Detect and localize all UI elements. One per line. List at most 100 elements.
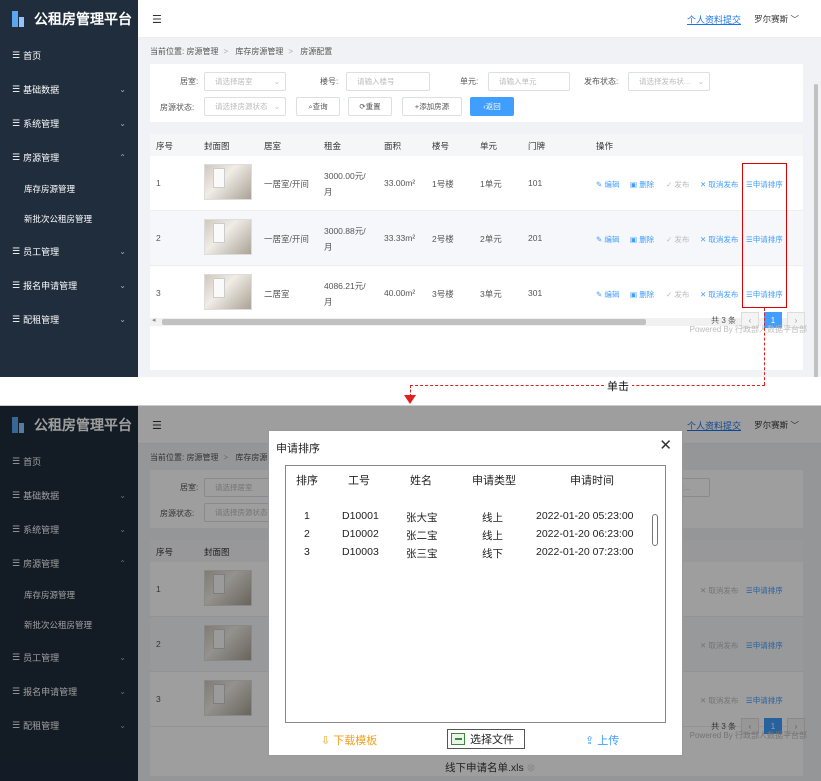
sidebar-item-system[interactable]: ☰ 系统管理 ⌄ <box>0 106 138 140</box>
unpublish-button[interactable]: ✕ 取消发布 <box>700 234 738 245</box>
menu-icon: ☰ <box>12 117 21 128</box>
file-icon <box>451 733 465 745</box>
close-icon[interactable]: ✕ <box>659 436 672 454</box>
trash-icon: ▣ <box>630 235 638 244</box>
sidebar-item-staff[interactable]: ☰ 员工管理 ⌄ <box>0 234 138 268</box>
table-row: 1 一居室/开间 3000.00元/ 月 33.00m² 1号楼 1单元 101… <box>150 156 803 211</box>
table-row: 3 二居室 4086.21元/ 月 40.00m² 3号楼 3单元 301 ✎ … <box>150 266 803 321</box>
building-input[interactable]: 请输入楼号 <box>346 72 430 91</box>
back-button[interactable]: ‹ 返回 <box>470 97 514 116</box>
chevron-down-icon: ⌄ <box>119 118 126 128</box>
click-annotation: 单击 <box>604 378 632 394</box>
chevron-down-icon: ⌄ <box>119 84 126 94</box>
close-icon: ✕ <box>700 290 707 299</box>
chevron-down-icon: ⌄ <box>119 246 126 256</box>
edit-button[interactable]: ✎ 编辑 <box>596 179 619 190</box>
edit-icon: ✎ <box>596 235 603 244</box>
unpublish-button[interactable]: ✕ 取消发布 <box>700 289 738 300</box>
upload-icon: ⇪ <box>585 735 595 747</box>
breadcrumb-item[interactable]: 库存房源管理 <box>235 47 283 56</box>
publish-select[interactable]: 请选择发布状... ⌄ <box>628 72 710 91</box>
delete-button[interactable]: ▣ 删除 <box>630 179 654 190</box>
menu-icon: ☰ <box>12 83 21 94</box>
edit-button[interactable]: ✎ 编辑 <box>596 234 619 245</box>
menu-icon: ☰ <box>12 313 21 324</box>
reset-button[interactable]: ⟳ 重置 <box>348 97 392 116</box>
check-icon: ✓ <box>666 235 673 244</box>
screenshot-before: 公租房管理平台 ☰ 首页 ☰ 基础数据 ⌄ ☰ 系统管理 ⌄ ☰ 房源管理 ⌃ 库存房源管理 … <box>0 0 821 377</box>
edit-icon: ✎ <box>596 180 603 189</box>
trash-icon: ▣ <box>630 290 638 299</box>
filter-panel: 居室: 请选择居室 ⌄ 楼号: 请输入楼号 单元: 请输入单元 发布状态: 请选择… <box>150 64 803 122</box>
sidebar-item-allocation[interactable]: ☰ 配租管理 ⌄ <box>0 302 138 336</box>
query-button[interactable]: ⌕ 查询 <box>296 97 340 116</box>
choose-file-button[interactable]: 选择文件 <box>447 729 525 749</box>
sidebar-subitem-new-batch[interactable]: 新批次公租房管理 <box>0 204 138 234</box>
annotation-line <box>410 385 765 386</box>
annotation-line <box>764 308 765 385</box>
building-label: 楼号: <box>320 77 339 86</box>
cover-image <box>204 164 252 200</box>
chevron-down-icon: ⌄ <box>273 102 280 111</box>
chevron-up-icon: ⌃ <box>119 152 126 162</box>
room-select[interactable]: 请选择居室 ⌄ <box>204 72 286 91</box>
dialog-title: 申请排序 <box>276 443 320 455</box>
sort-applications-button[interactable]: ☰申请排序 <box>746 234 783 245</box>
status-label: 房源状态: <box>160 103 195 112</box>
download-template-button[interactable]: ⇩ 下载模板 <box>321 732 377 748</box>
close-icon: ✕ <box>700 235 707 244</box>
check-icon: ✓ <box>666 290 673 299</box>
menu-icon: ☰ <box>12 151 21 162</box>
chevron-down-icon: ⌄ <box>119 280 126 290</box>
arrow-down-icon <box>404 395 416 404</box>
list-icon: ☰ <box>746 290 753 299</box>
trash-icon: ▣ <box>630 180 638 189</box>
delete-button[interactable]: ▣ 删除 <box>630 234 654 245</box>
edit-button[interactable]: ✎ 编辑 <box>596 289 619 300</box>
chevron-down-icon: ⌄ <box>119 314 126 324</box>
sort-applications-button[interactable]: ☰申请排序 <box>746 289 783 300</box>
sidebar-item-housing[interactable]: ☰ 房源管理 ⌃ <box>0 140 138 174</box>
unpublish-button[interactable]: ✕ 取消发布 <box>700 179 738 190</box>
status-select[interactable]: 请选择房源状态 ⌄ <box>204 97 286 116</box>
list-icon: ☰ <box>746 180 753 189</box>
sidebar-subitem-inventory[interactable]: 库存房源管理 <box>0 174 138 204</box>
breadcrumb-item[interactable]: 房源管理 <box>186 47 218 56</box>
table-header: 序号 封面图 居室 租金 面积 楼号 单元 门牌 操作 <box>150 134 803 156</box>
selected-file: 线下申请名单.xls ⊗ <box>445 762 536 774</box>
top-bar: ☰ 个人资料提交 罗尔赛斯 ﹀ <box>138 0 821 38</box>
menu-icon: ☰ <box>12 279 21 290</box>
chevron-down-icon: ⌄ <box>697 77 704 86</box>
chevron-down-icon: ⌄ <box>273 77 280 86</box>
delete-button[interactable]: ▣ 删除 <box>630 289 654 300</box>
sidebar: 公租房管理平台 ☰ 首页 ☰ 基础数据 ⌄ ☰ 系统管理 ⌄ ☰ 房源管理 ⌃ 库存房源管理 … <box>0 0 138 377</box>
vertical-scrollbar[interactable] <box>813 82 819 377</box>
arrow-left-icon: ◂ <box>152 317 156 324</box>
app-title: 公租房管理平台 <box>34 11 132 27</box>
publish-button: ✓ 发布 <box>666 290 690 299</box>
profile-link[interactable]: 个人资料提交 <box>687 13 741 26</box>
unit-label: 单元: <box>460 77 479 86</box>
sort-applications-button[interactable]: ☰申请排序 <box>746 179 783 190</box>
application-table: 排序 工号 姓名 申请类型 申请时间 1 D10001 张大宝 线上 2022-… <box>285 465 666 723</box>
unit-input[interactable]: 请输入单元 <box>488 72 570 91</box>
sidebar-item-basic-data[interactable]: ☰ 基础数据 ⌄ <box>0 72 138 106</box>
dialog-scrollbar[interactable] <box>652 514 658 546</box>
breadcrumb-item: 房源配置 <box>300 47 333 56</box>
scrollbar-thumb[interactable] <box>162 319 646 325</box>
publish-label: 发布状态: <box>584 77 619 86</box>
breadcrumb: 当前位置: 房源管理> 库存房源管理> 房源配置 <box>150 47 333 56</box>
sort-dialog: 申请排序 ✕ 排序 工号 姓名 申请类型 申请时间 1 D10001 张大宝 线… <box>268 430 683 774</box>
upload-button[interactable]: ⇪ 上传 <box>585 732 619 748</box>
sidebar-item-home[interactable]: ☰ 首页 <box>0 38 138 72</box>
remove-file-icon[interactable]: ⊗ <box>527 762 536 774</box>
sidebar-toggle-icon[interactable]: ☰ <box>152 13 162 26</box>
user-menu[interactable]: 罗尔赛斯 ﹀ <box>754 13 799 25</box>
add-house-button[interactable]: + 添加房源 <box>402 97 462 116</box>
room-label: 居室: <box>180 77 199 86</box>
app-logo: 公租房管理平台 <box>0 0 138 38</box>
cover-image <box>204 274 252 310</box>
menu-icon: ☰ <box>12 245 21 256</box>
sidebar-item-applications[interactable]: ☰ 报名申请管理 ⌄ <box>0 268 138 302</box>
list-icon: ☰ <box>746 235 753 244</box>
